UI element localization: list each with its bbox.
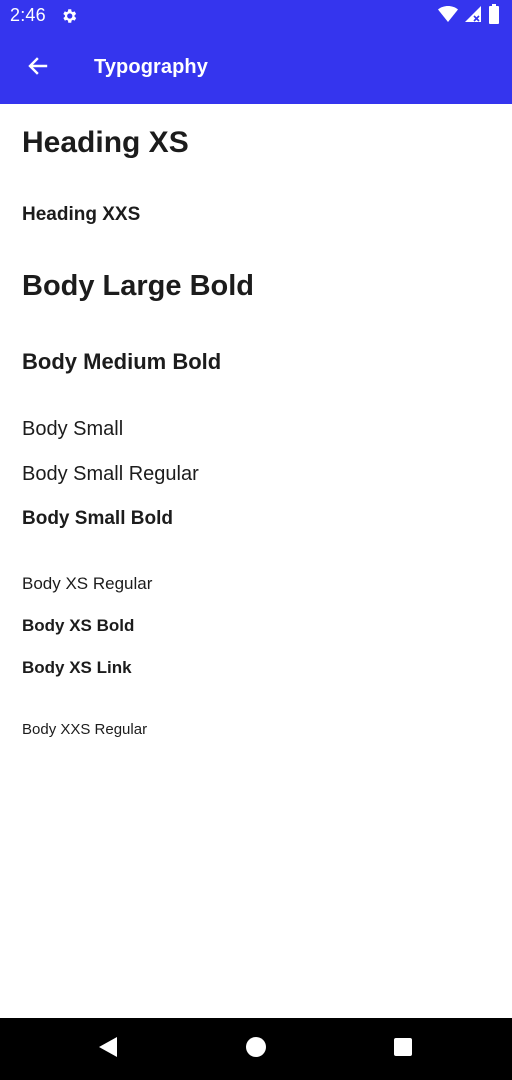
status-icons (438, 3, 500, 29)
battery-icon (488, 3, 500, 29)
body-medium-bold-sample: Body Medium Bold (22, 349, 222, 374)
home-circle-icon (245, 1036, 267, 1063)
heading-xxs-sample: Heading XXS (22, 204, 141, 225)
nav-back-button[interactable] (94, 1035, 122, 1063)
body-small-regular-sample: Body Small Regular (22, 463, 199, 485)
gear-icon (60, 7, 78, 25)
navigation-bar (0, 1018, 512, 1080)
back-button[interactable] (14, 44, 62, 92)
back-triangle-icon (97, 1035, 119, 1064)
signal-icon (464, 5, 482, 28)
status-time: 2:46 (10, 5, 46, 25)
body-large-bold-sample: Body Large Bold (22, 270, 255, 302)
wifi-icon (438, 5, 458, 28)
app-bar: Typography (0, 32, 512, 104)
recents-square-icon (393, 1037, 413, 1062)
body-xxs-regular-sample: Body XXS Regular (22, 721, 148, 738)
nav-home-button[interactable] (242, 1035, 270, 1063)
nav-recents-button[interactable] (389, 1035, 417, 1063)
body-small-bold-sample: Body Small Bold (22, 508, 173, 529)
body-xs-link-sample[interactable]: Body XS Link (22, 658, 132, 678)
body-small-sample: Body Small (22, 418, 124, 440)
page-title: Typography (94, 56, 208, 78)
heading-xs-sample: Heading XS (22, 126, 189, 159)
status-bar: 2:46 (0, 0, 512, 32)
body-xs-regular-sample: Body XS Regular (22, 574, 153, 593)
arrow-left-icon (26, 54, 50, 83)
body-xs-bold-sample: Body XS Bold (22, 616, 135, 635)
